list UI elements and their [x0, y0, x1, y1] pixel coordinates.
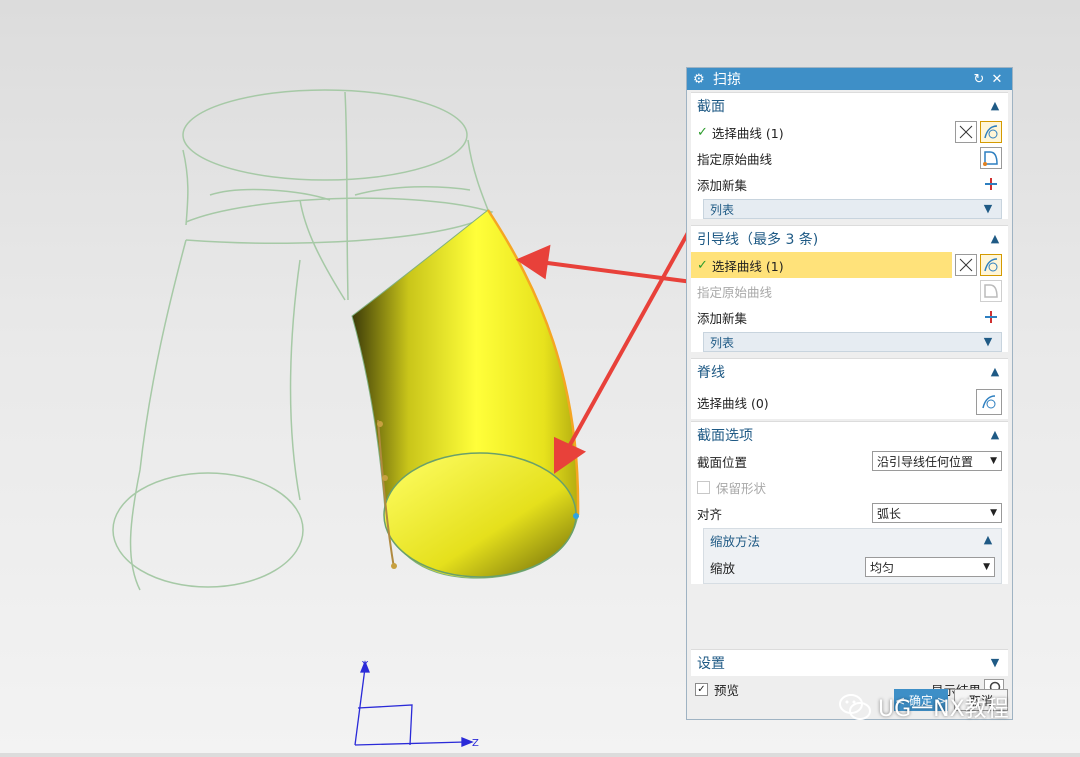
dialog-titlebar[interactable]: ⚙ 扫掠 ↻ ✕ [687, 68, 1012, 90]
origin-curve-icon[interactable] [980, 280, 1002, 302]
guide-list-toggle[interactable]: 列表 ▼ [703, 332, 1002, 352]
curve-select-icon[interactable] [976, 389, 1002, 415]
align-select[interactable]: 弧长 ▼ [872, 503, 1002, 523]
reverse-direction-button[interactable] [955, 254, 977, 276]
chevron-up-icon[interactable]: ▲ [988, 428, 1002, 442]
check-icon: ✓ [697, 257, 708, 273]
chevron-down-icon: ▼ [983, 202, 993, 215]
sweep-dialog: ⚙ 扫掠 ↻ ✕ 截面 ▲ ✓ 选择曲线 (1) 指定原始曲线 添加新集 列表 … [686, 67, 1013, 720]
preview-checkbox[interactable]: ✓ [695, 682, 708, 696]
triad-z-label: Z [472, 738, 479, 749]
align-row: 对齐 弧长 ▼ [691, 500, 1008, 526]
spine-select-curve-row[interactable]: 选择曲线 (0) [691, 385, 1008, 419]
guide-list-label: 列表 [710, 335, 735, 350]
section-group-header[interactable]: 截面 ▲ [691, 93, 1008, 119]
guide-group-header[interactable]: 引导线（最多 3 条) ▲ [691, 226, 1008, 252]
curve-select-icon[interactable] [980, 254, 1002, 276]
section-position-select[interactable]: 沿引导线任何位置 ▼ [872, 451, 1002, 471]
guide-group-title: 引导线（最多 3 条) [697, 232, 819, 248]
chevron-up-icon[interactable]: ▲ [988, 232, 1002, 246]
close-icon[interactable]: ✕ [988, 72, 1006, 87]
coordinate-triad [354, 660, 474, 747]
origin-curve-icon[interactable] [980, 147, 1002, 169]
scale-row: 缩放 均匀 ▼ [704, 551, 1001, 583]
chevron-up-icon[interactable]: ▲ [988, 365, 1002, 379]
align-label: 对齐 [697, 506, 723, 522]
scaling-subgroup: 缩放方法 ▲ 缩放 均匀 ▼ [703, 528, 1002, 584]
guide-add-new-set-row[interactable]: 添加新集 [691, 304, 1008, 330]
check-icon: ✓ [697, 124, 708, 140]
watermark-text: UG一NX教程 [878, 697, 1009, 722]
dialog-title: 扫掠 [713, 72, 741, 88]
section-options-group: 截面选项 ▲ 截面位置 沿引导线任何位置 ▼ 保留形状 对齐 弧长 ▼ 缩放方法… [691, 421, 1008, 584]
scale-label: 缩放 [710, 560, 736, 576]
section-specify-origin-label: 指定原始曲线 [697, 151, 773, 167]
section-group: 截面 ▲ ✓ 选择曲线 (1) 指定原始曲线 添加新集 列表 ▼ [691, 92, 1008, 219]
keep-shape-row[interactable]: 保留形状 [691, 474, 1008, 500]
guide-add-new-set-label: 添加新集 [697, 310, 748, 326]
dropdown-arrow-icon: ▼ [990, 508, 997, 518]
section-position-label: 截面位置 [697, 454, 748, 470]
guide-select-wrapper: ✓ 选择曲线 (1) [691, 252, 1008, 278]
keep-shape-checkbox[interactable] [697, 480, 710, 494]
align-value: 弧长 [877, 506, 902, 521]
scaling-title: 缩放方法 [710, 533, 761, 549]
keep-shape-label: 保留形状 [716, 480, 767, 496]
dropdown-arrow-icon: ▼ [983, 562, 990, 572]
spine-group-title: 脊线 [697, 365, 725, 381]
spine-group-header[interactable]: 脊线 ▲ [691, 359, 1008, 385]
add-set-icon[interactable] [980, 173, 1002, 195]
settings-group-title: 设置 [697, 656, 725, 672]
section-add-new-set-label: 添加新集 [697, 177, 748, 193]
guide-group: 引导线（最多 3 条) ▲ ✓ 选择曲线 (1) 指定原始曲线 添加新集 列表 … [691, 225, 1008, 352]
wechat-icon [839, 694, 871, 720]
section-list-toggle[interactable]: 列表 ▼ [703, 199, 1002, 219]
chevron-down-icon: ▼ [983, 335, 993, 348]
section-add-new-set-row[interactable]: 添加新集 [691, 171, 1008, 197]
triad-y-label: Y [361, 660, 369, 671]
chevron-up-icon[interactable]: ▲ [981, 533, 995, 547]
section-list-label: 列表 [710, 202, 735, 217]
section-options-title: 截面选项 [697, 428, 753, 444]
guide-specify-origin-row[interactable]: 指定原始曲线 [691, 278, 1008, 304]
chevron-down-icon[interactable]: ▼ [988, 656, 1002, 670]
section-position-row: 截面位置 沿引导线任何位置 ▼ [691, 448, 1008, 474]
guide-specify-origin-label: 指定原始曲线 [697, 284, 773, 300]
spine-group: 脊线 ▲ 选择曲线 (0) [691, 358, 1008, 419]
curve-select-icon[interactable] [980, 121, 1002, 143]
watermark: UG一NX教程 [838, 690, 1009, 724]
scaling-header[interactable]: 缩放方法 ▲ [704, 529, 1001, 551]
settings-group: 设置 ▼ [691, 649, 1008, 676]
section-position-value: 沿引导线任何位置 [877, 454, 974, 469]
spine-select-curve-label: 选择曲线 (0) [697, 395, 769, 411]
guide-select-buttons [952, 254, 1002, 276]
gear-icon: ⚙ [693, 71, 705, 87]
scale-select[interactable]: 均匀 ▼ [865, 557, 995, 577]
section-group-title: 截面 [697, 99, 725, 115]
section-specify-origin-row[interactable]: 指定原始曲线 [691, 145, 1008, 171]
reset-icon[interactable]: ↻ [970, 72, 988, 87]
scale-value: 均匀 [870, 560, 895, 575]
guide-select-curve-label: 选择曲线 (1) [711, 258, 784, 274]
section-select-curve-row[interactable]: ✓ 选择曲线 (1) [691, 119, 1008, 145]
section-select-curve-label: 选择曲线 (1) [711, 125, 784, 141]
dropdown-arrow-icon: ▼ [990, 456, 997, 466]
add-set-icon[interactable] [980, 306, 1002, 328]
settings-group-header[interactable]: 设置 ▼ [691, 650, 1008, 676]
section-options-header[interactable]: 截面选项 ▲ [691, 422, 1008, 448]
reverse-direction-button[interactable] [955, 121, 977, 143]
guide-select-curve-row[interactable]: ✓ 选择曲线 (1) [691, 252, 952, 278]
chevron-up-icon[interactable]: ▲ [988, 99, 1002, 113]
